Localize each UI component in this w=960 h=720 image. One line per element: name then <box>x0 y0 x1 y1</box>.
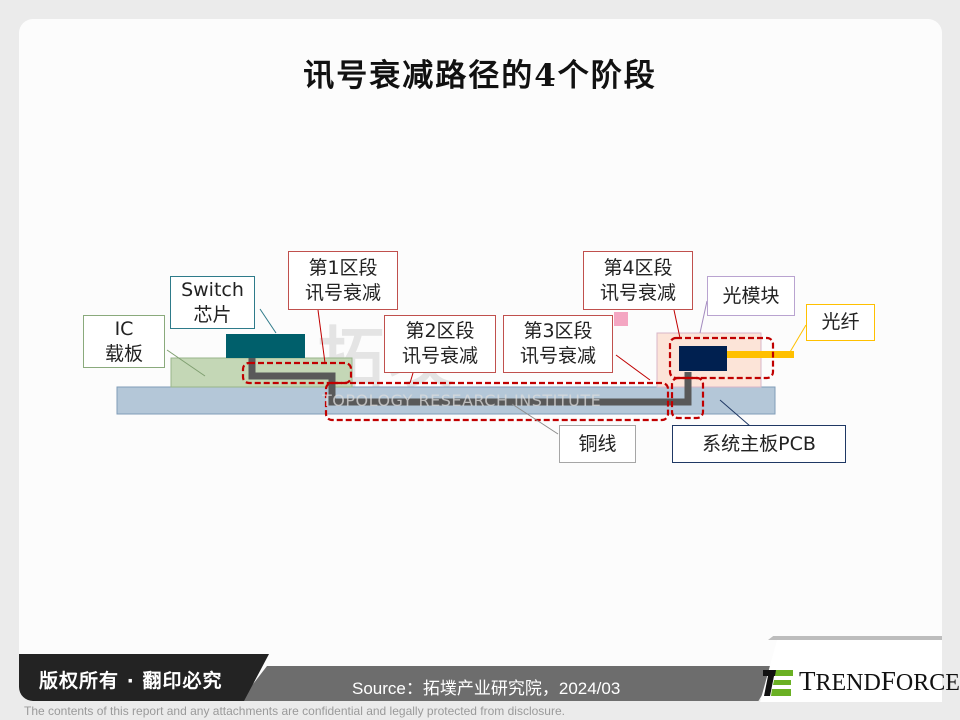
label-copper-wire: 铜线 <box>559 425 636 463</box>
pink-marker <box>614 312 628 326</box>
label-copper-wire-text: 铜线 <box>578 432 617 455</box>
label-optical-fiber-text: 光纤 <box>821 311 860 333</box>
label-optical-module-text: 光模块 <box>722 284 780 307</box>
leader-stage-1 <box>317 309 326 364</box>
label-stage-1-line1: 第1区段 <box>308 256 378 279</box>
label-system-pcb-text: 系统主板PCB <box>702 432 816 455</box>
label-stage-1: 第1区段 讯号衰减 <box>288 251 398 310</box>
label-stage-3: 第3区段 讯号衰减 <box>503 315 613 373</box>
footer-copyright-band: 版权所有 · 翻印必究 <box>19 654 269 701</box>
label-switch-chip-line1: Switch <box>181 278 244 301</box>
footer-logo-divider <box>768 636 942 640</box>
leader-optical-fiber <box>789 324 807 353</box>
label-switch-chip: Switch 芯片 <box>170 276 255 329</box>
leader-optical-module <box>699 300 708 334</box>
label-stage-4-line1: 第4区段 <box>603 256 673 279</box>
label-ic-substrate-line2: 载板 <box>104 342 143 365</box>
trendforce-logo-icon <box>763 669 793 696</box>
footer-source-text: Source：拓墣产业研究院，2024/03 <box>352 679 621 698</box>
label-stage-3-line2: 讯号衰减 <box>519 345 596 367</box>
optical-fiber-line <box>727 351 794 358</box>
transceiver-chip <box>679 346 727 371</box>
label-stage-2-line1: 第2区段 <box>405 320 475 342</box>
label-optical-module: 光模块 <box>707 276 795 316</box>
switch-chip-block <box>226 334 305 358</box>
trendforce-logo[interactable]: TRENDFORCE <box>763 666 960 697</box>
label-optical-fiber: 光纤 <box>806 304 875 341</box>
label-ic-substrate-line1: IC <box>114 317 134 340</box>
trendforce-logo-text: TRENDFORCE <box>799 666 960 696</box>
label-stage-2: 第2区段 讯号衰减 <box>384 315 496 373</box>
leader-stage-2 <box>409 372 414 384</box>
label-switch-chip-line2: 芯片 <box>193 303 232 326</box>
watermark-english: TOPOLOGY RESEARCH INSTITUTE <box>322 391 602 410</box>
label-stage-3-line1: 第3区段 <box>523 320 593 342</box>
leader-stage-3 <box>615 354 651 381</box>
label-stage-4-line2: 讯号衰减 <box>599 281 676 304</box>
label-system-pcb: 系统主板PCB <box>672 425 846 463</box>
label-stage-1-line2: 讯号衰减 <box>304 281 381 304</box>
footer-copyright-text: 版权所有 · 翻印必究 <box>39 670 223 692</box>
leader-switch-chip <box>259 308 277 334</box>
label-stage-2-line2: 讯号衰减 <box>401 345 478 367</box>
footer-disclaimer: The contents of this report and any atta… <box>24 704 565 718</box>
label-ic-substrate: IC 载板 <box>83 315 165 368</box>
label-stage-4: 第4区段 讯号衰减 <box>583 251 693 310</box>
